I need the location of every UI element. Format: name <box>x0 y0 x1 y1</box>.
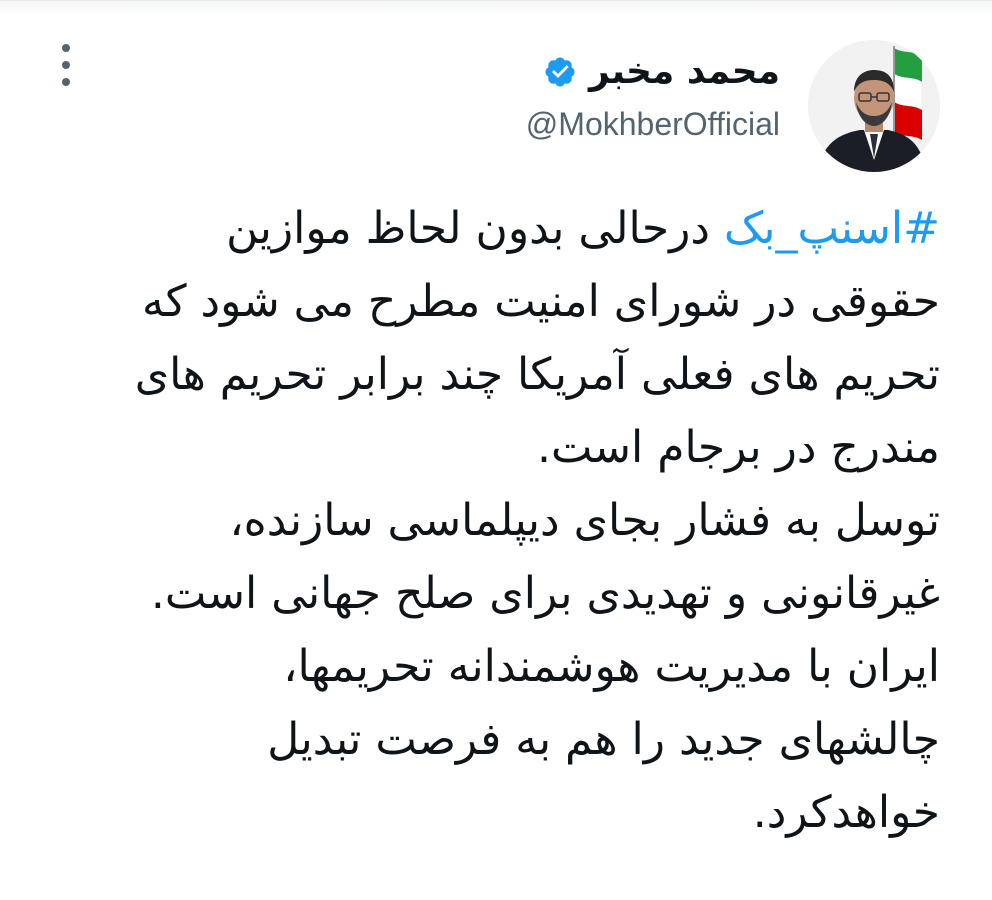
tweet-text: #اسنپ_بک درحالی بدون لحاظ موازین حقوقی د… <box>60 192 940 849</box>
author-handle[interactable]: @MokhberOfficial <box>526 104 780 144</box>
profile-photo-icon <box>808 40 940 172</box>
verified-badge-icon <box>543 55 577 89</box>
tweet-line: غیرقانونی و تهدیدی برای صلح جهانی است. <box>150 568 940 619</box>
tweet-line: خواهدکرد. <box>752 787 940 838</box>
tweet-line: تحریم های فعلی آمریکا چند برابر تحریم ها… <box>134 349 940 400</box>
author-display-name[interactable]: محمد مخبر <box>589 50 780 94</box>
tweet-line: حقوقی در شورای امنیت مطرح می شود که <box>141 276 940 327</box>
tweet-line: توسل به فشار بجای دیپلماسی سازنده، <box>229 495 940 546</box>
hashtag-link[interactable]: #اسنپ_بک <box>724 203 940 254</box>
more-options-icon[interactable] <box>54 44 78 86</box>
tweet-line: چالشهای جدید را هم به فرصت تبدیل <box>267 714 940 765</box>
author-name-row[interactable]: محمد مخبر <box>543 50 780 94</box>
tweet-screenshot: محمد مخبر @MokhberOfficial #اسنپ_بک درحا… <box>0 0 992 900</box>
tweet-line: ایران با مدیریت هوشمندانه تحریمها، <box>283 641 940 692</box>
avatar[interactable] <box>808 40 940 172</box>
tweet-line: #اسنپ_بک درحالی بدون لحاظ موازین <box>60 192 940 265</box>
tweet-line: مندرج در برجام است. <box>536 422 940 473</box>
top-divider <box>0 0 992 15</box>
tweet-line-text: درحالی بدون لحاظ موازین <box>226 203 724 254</box>
